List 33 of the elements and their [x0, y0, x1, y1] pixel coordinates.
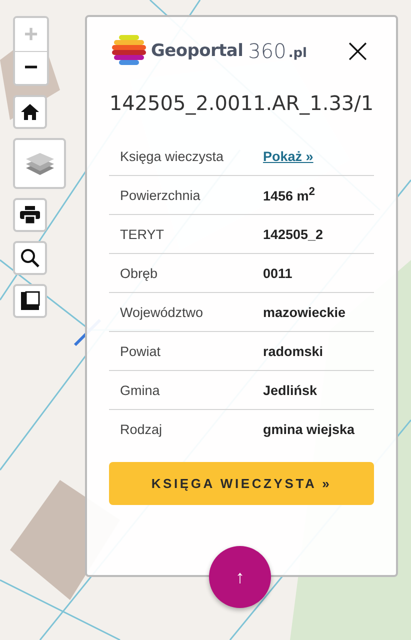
row-value: 0011 [263, 266, 292, 280]
close-button[interactable]: × [342, 34, 374, 68]
logo-name: Geoportal [151, 41, 244, 61]
row-label: Obręb [120, 266, 159, 280]
row-value: 1456 m$^{2}$ [263, 186, 316, 204]
measure-button[interactable] [13, 284, 47, 318]
row-value: gmina wiejska [263, 422, 355, 436]
row-label: Województwo [120, 304, 204, 320]
home-icon [20, 102, 40, 122]
row-label: Księga wieczysta [120, 148, 225, 164]
logo-suffix: .pl [288, 46, 308, 61]
home-button[interactable] [13, 95, 47, 129]
row-value: mazowieckie [263, 304, 346, 320]
layers-button[interactable] [13, 138, 66, 189]
land-register-button[interactable]: KSIĘGA WIECZYSTA » [109, 462, 374, 505]
row-label: Powiat [120, 344, 162, 358]
print-button[interactable] [13, 198, 47, 232]
parcel-title: 142505_2.0011.AR_1.33/1 [109, 91, 374, 115]
ruler-icon [20, 291, 40, 311]
row-label: TERYT [120, 226, 166, 242]
logo-number: 360 [248, 39, 286, 63]
row-value: radomski [263, 344, 324, 358]
row-value: Jedlińsk [263, 382, 318, 398]
row-label: Gmina [120, 382, 161, 398]
row-value: 142505_2 [263, 226, 324, 242]
globe-logo-icon [112, 35, 146, 67]
search-icon [20, 248, 40, 268]
row-label: Rodzaj [120, 422, 164, 436]
show-link[interactable]: Pokaż » [263, 148, 314, 164]
search-button[interactable] [13, 241, 47, 275]
zoom-out-button[interactable]: − [15, 51, 47, 84]
row-label: Powierzchnia [120, 188, 202, 202]
printer-icon [20, 206, 40, 224]
